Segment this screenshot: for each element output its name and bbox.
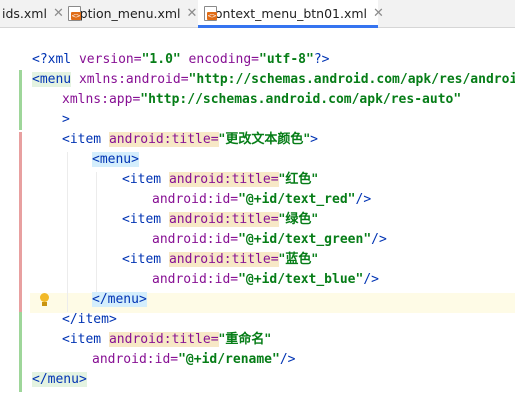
code-line-12: android:id="@+id/text_blue"/>	[152, 270, 379, 290]
tag-open: <item	[62, 332, 109, 347]
tab-context-menu-btn01-xml[interactable]: <> context_menu_btn01.xml ✕	[198, 0, 384, 28]
code-line-7: <item android:title="红色"	[122, 170, 318, 190]
tab-label: context_menu_btn01.xml	[208, 6, 368, 21]
attr-value: "绿色"	[278, 212, 319, 227]
indent-guide	[67, 152, 68, 312]
code-line-15: <item android:title="重命名"	[62, 330, 271, 350]
code-line-4: >	[62, 110, 70, 130]
code-line-11: <item android:title="蓝色"	[122, 250, 318, 270]
tab-ids-xml[interactable]: ids.xml ✕	[0, 0, 64, 27]
tag-open: <item	[122, 212, 169, 227]
attr-value: "utf-8"	[259, 52, 314, 67]
attr-name: android:id=	[152, 232, 239, 247]
close-icon[interactable]: ✕	[187, 6, 198, 21]
code-line-3: xmlns:app="http://schemas.android.com/ap…	[62, 90, 461, 110]
code-line-1: <?xml version="1.0" encoding="utf-8"?>	[32, 50, 329, 70]
attr-name: version=	[78, 52, 142, 67]
code-line-16: android:id="@+id/rename"/>	[92, 350, 296, 370]
tag-close: >	[62, 112, 70, 127]
code-line-2: <menu xmlns:android="http://schemas.andr…	[32, 70, 515, 90]
tag-close: />	[363, 272, 379, 287]
attr-value: "http://schemas.android.com/apk/res/andr…	[188, 72, 515, 87]
attr-name: android:id=	[152, 192, 239, 207]
close-icon[interactable]: ✕	[373, 6, 384, 21]
vcs-added-marker[interactable]	[19, 70, 22, 130]
tag-close: </item>	[62, 312, 117, 327]
attr-name: android:title=	[108, 132, 219, 147]
attr-value: "@+id/text_red"	[238, 192, 356, 207]
attr-name: xmlns:app=	[62, 92, 141, 107]
attr-name: encoding=	[180, 52, 260, 67]
intention-bulb-icon[interactable]	[38, 293, 50, 309]
tag-close: </menu>	[32, 372, 87, 387]
code-line-17: </menu>	[32, 370, 87, 390]
attr-value: "1.0"	[141, 52, 181, 67]
code-line-6: <menu>	[92, 150, 139, 170]
attr-value: "http://schemas.android.com/apk/res-auto…	[140, 92, 462, 107]
tag-open: <menu	[32, 72, 72, 87]
xml-declaration-open: <?xml	[32, 52, 79, 67]
attr-value: "@+id/rename"	[178, 352, 280, 367]
tag-close: </menu>	[92, 292, 147, 307]
vcs-added-marker[interactable]	[19, 312, 22, 392]
attr-value: "更改文本颜色"	[218, 132, 311, 147]
code-line-10: android:id="@+id/text_green"/>	[152, 230, 387, 250]
attr-value: "重命名"	[218, 332, 272, 347]
attr-name: xmlns:android=	[71, 72, 189, 87]
attr-name: android:title=	[168, 172, 279, 187]
tag-open: <item	[62, 132, 109, 147]
tag-close: />	[355, 192, 372, 207]
code-line-13: </menu>	[92, 290, 147, 310]
xml-declaration-close: ?>	[313, 52, 330, 67]
attr-name: android:id=	[92, 352, 179, 367]
attr-name: android:title=	[168, 252, 279, 267]
tag-open: <menu>	[92, 152, 139, 167]
attr-value: "@+id/text_blue"	[238, 272, 364, 287]
attr-name: android:title=	[168, 212, 279, 227]
indent-guide	[96, 172, 97, 292]
code-line-5: <item android:title="更改文本颜色">	[62, 130, 318, 150]
attr-name: android:id=	[152, 272, 239, 287]
tab-label: ids.xml	[2, 6, 47, 21]
attr-value: "蓝色"	[278, 252, 319, 267]
tab-label: option_menu.xml	[72, 6, 181, 21]
tag-close: >	[310, 132, 318, 147]
tag-open: <item	[122, 172, 169, 187]
tag-close: />	[279, 352, 296, 367]
tab-option-menu-xml[interactable]: <> option_menu.xml ✕	[62, 0, 197, 27]
attr-value: "@+id/text_green"	[238, 232, 372, 247]
editor-tab-bar: ids.xml ✕ <> option_menu.xml ✕ <> contex…	[0, 0, 515, 28]
code-line-9: <item android:title="绿色"	[122, 210, 318, 230]
editor-gutter	[0, 28, 30, 409]
code-line-8: android:id="@+id/text_red"/>	[152, 190, 371, 210]
attr-value: "红色"	[278, 172, 319, 187]
code-line-14: </item>	[62, 310, 117, 330]
tag-open: <item	[122, 252, 169, 267]
attr-name: android:title=	[108, 332, 219, 347]
tag-close: />	[371, 232, 387, 247]
vcs-modified-marker[interactable]	[19, 132, 22, 312]
